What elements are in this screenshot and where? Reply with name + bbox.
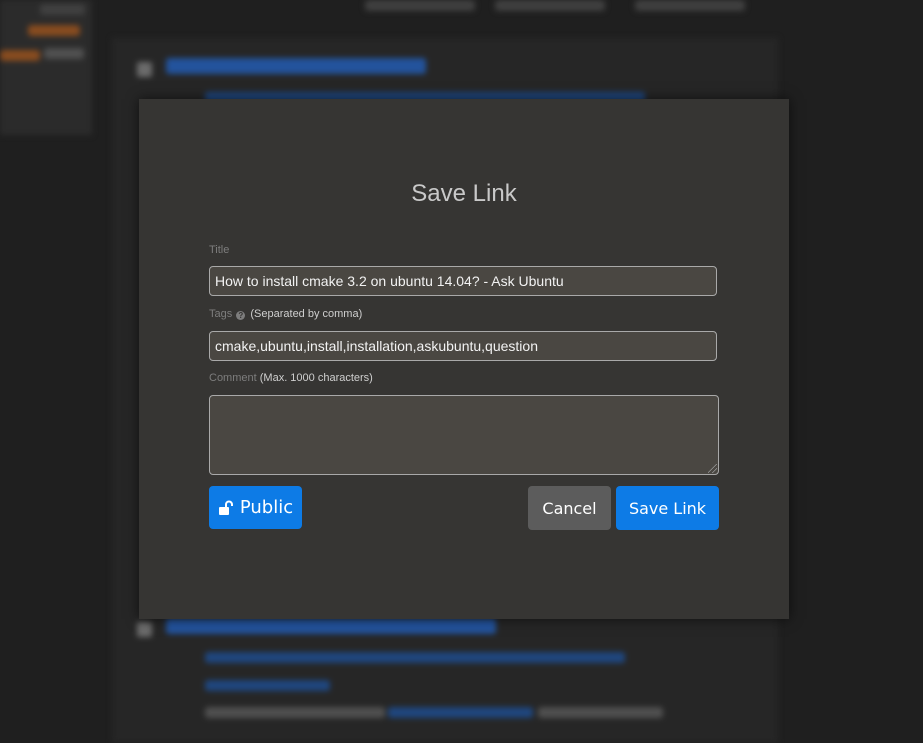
tags-hint: (Separated by comma) bbox=[250, 308, 363, 320]
visibility-label: Public bbox=[239, 497, 294, 518]
title-label-text: Title bbox=[209, 244, 230, 256]
comment-textarea[interactable] bbox=[209, 395, 719, 475]
textarea-resize-handle[interactable] bbox=[708, 464, 717, 473]
save-link-dialog: Save Link Title Tags ? (Separated by com… bbox=[139, 99, 789, 619]
title-label: Title bbox=[209, 244, 229, 256]
save-link-button[interactable]: Save Link bbox=[616, 486, 719, 530]
visibility-toggle-button[interactable]: Public bbox=[209, 486, 302, 529]
tags-label: Tags ? (Separated by comma) bbox=[209, 308, 362, 320]
cancel-button[interactable]: Cancel bbox=[528, 486, 611, 530]
comment-label: Comment (Max. 1000 characters) bbox=[209, 372, 373, 384]
tags-label-text: Tags bbox=[209, 308, 233, 320]
help-icon[interactable]: ? bbox=[236, 311, 246, 320]
comment-label-text: Comment bbox=[209, 372, 257, 384]
comment-hint: (Max. 1000 characters) bbox=[259, 372, 373, 384]
dialog-title: Save Link bbox=[411, 180, 517, 207]
unlocked-padlock-icon bbox=[218, 500, 233, 515]
title-input[interactable] bbox=[209, 266, 717, 296]
tags-input[interactable] bbox=[209, 331, 717, 361]
